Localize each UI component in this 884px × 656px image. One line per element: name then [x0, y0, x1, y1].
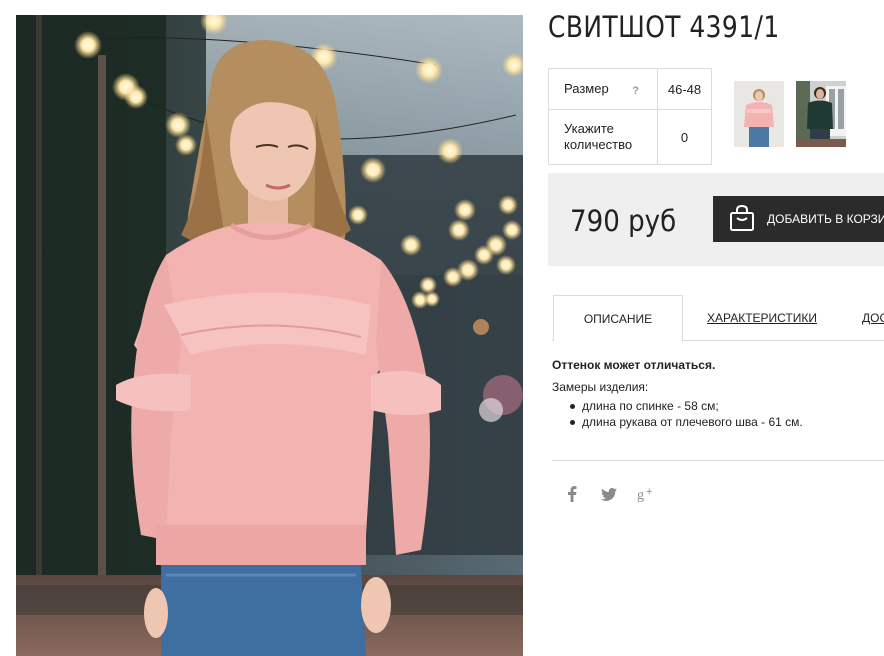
product-title: СВИТШОТ 4391/1	[548, 10, 780, 44]
measures-list: длина по спинке - 58 см; длина рукава от…	[570, 398, 884, 430]
quantity-label: Укажите количество	[549, 110, 658, 164]
list-item: длина рукава от плечевого шва - 61 см.	[570, 414, 884, 430]
product-thumbnail-pink[interactable]	[734, 81, 784, 147]
product-page: СВИТШОТ 4391/1 Размер ? 46-48 Укажите ко…	[0, 0, 884, 656]
svg-text:g: g	[637, 488, 644, 502]
facebook-icon[interactable]	[564, 484, 580, 504]
quantity-label-line2: количество	[564, 137, 633, 152]
tab-description[interactable]: ОПИСАНИЕ	[553, 295, 683, 342]
tab-characteristics[interactable]: ХАРАКТЕРИСТИКИ	[702, 295, 822, 341]
main-product-photo[interactable]	[16, 15, 523, 656]
add-to-cart-label: ДОБАВИТЬ В КОРЗИНУ	[767, 212, 884, 226]
product-thumbnail-green[interactable]	[796, 81, 846, 147]
twitter-icon[interactable]	[600, 484, 618, 504]
quantity-input[interactable]: 0	[658, 110, 711, 164]
shopping-bag-icon	[729, 204, 755, 235]
size-row: Размер ? 46-48	[549, 69, 711, 110]
quantity-label-line1: Укажите	[564, 121, 614, 136]
description-content: Оттенок может отличаться. Замеры изделия…	[552, 357, 884, 430]
size-select[interactable]: 46-48	[658, 69, 711, 109]
measures-label: Замеры изделия:	[552, 380, 649, 394]
quantity-row: Укажите количество 0	[549, 110, 711, 164]
add-to-cart-button[interactable]: ДОБАВИТЬ В КОРЗИНУ	[713, 196, 884, 242]
product-price: 790 руб	[570, 204, 677, 238]
googleplus-icon[interactable]: g +	[637, 484, 657, 504]
size-help-icon[interactable]: ?	[632, 83, 639, 99]
options-table: Размер ? 46-48 Укажите количество 0	[548, 68, 712, 165]
color-note: Оттенок может отличаться.	[552, 358, 716, 372]
price-panel: 790 руб ДОБАВИТЬ В КОРЗИНУ	[548, 173, 884, 266]
svg-text:+: +	[646, 486, 652, 498]
size-label-cell: Размер ?	[549, 69, 658, 109]
list-item: длина по спинке - 58 см;	[570, 398, 884, 414]
size-label: Размер	[564, 81, 609, 96]
tab-delivery[interactable]: ДОСТАВКА	[862, 295, 884, 341]
divider	[552, 460, 884, 461]
product-tabs: ОПИСАНИЕ ХАРАКТЕРИСТИКИ ДОСТАВКА	[552, 295, 884, 342]
